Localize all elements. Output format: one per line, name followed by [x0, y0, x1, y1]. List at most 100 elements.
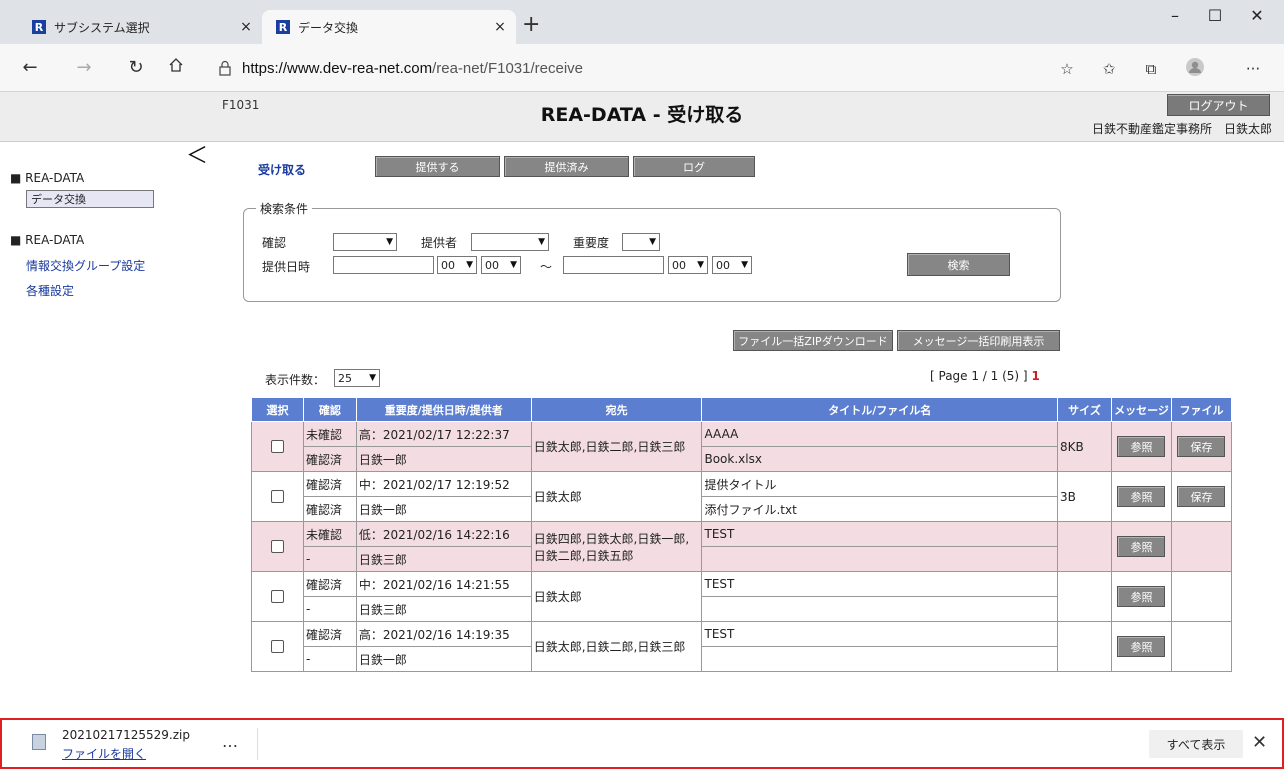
download-bar: 20210217125529.zip ファイルを開く … すべて表示 ✕ [0, 718, 1284, 769]
row-checkbox[interactable] [270, 490, 284, 503]
chevron-down-icon: ▼ [697, 260, 704, 270]
sidebar-collapse-icon[interactable]: ＜ [186, 138, 208, 170]
save-file-button[interactable]: 保存 [1177, 486, 1226, 507]
zip-download-button[interactable]: ファイル一括ZIPダウンロード [733, 330, 893, 351]
app-favicon-icon: R [276, 20, 290, 34]
view-message-button[interactable]: 参照 [1117, 436, 1166, 457]
confirm-select[interactable]: ▼ [333, 233, 397, 251]
col-confirm: 確認 [302, 397, 357, 422]
open-file-link[interactable]: ファイルを開く [62, 745, 146, 762]
hour-from-select[interactable]: 00 ▼ [437, 256, 477, 274]
tab-provided[interactable]: 提供済み [504, 156, 629, 177]
chevron-down-icon: ▼ [466, 260, 473, 270]
col-select: 選択 [251, 397, 304, 422]
minimize-button[interactable]: – [1160, 6, 1190, 25]
view-message-button[interactable]: 参照 [1117, 536, 1166, 557]
destination: 日鉄太郎 [530, 571, 703, 622]
window-close-button[interactable]: ✕ [1242, 6, 1272, 25]
provider: 日鉄三郎 [355, 546, 532, 572]
table-header-row: 選択 確認 重要度/提供日時/提供者 宛先 タイトル/ファイル名 サイズ メッセ… [251, 397, 1233, 422]
forward-icon[interactable]: → [72, 56, 96, 80]
search-conditions: 検索条件 [243, 200, 1061, 302]
search-button[interactable]: 検索 [907, 253, 1010, 276]
favorite-add-icon[interactable]: ☆ [1056, 58, 1078, 80]
close-download-bar-icon[interactable]: ✕ [1252, 732, 1267, 753]
view-message-button[interactable]: 参照 [1117, 636, 1166, 657]
url-field[interactable]: https://www.dev-rea-net.com/rea-net/F103… [218, 54, 1038, 82]
sidebar-item-settings[interactable]: 各種設定 [26, 282, 74, 299]
row-checkbox[interactable] [270, 640, 284, 653]
favorites-icon[interactable]: ✩ [1098, 58, 1120, 80]
lock-icon [219, 60, 231, 76]
show-all-downloads-button[interactable]: すべて表示 [1149, 730, 1243, 758]
date-to-input[interactable] [563, 256, 664, 274]
profile-icon[interactable] [1184, 58, 1206, 80]
message-cell: 参照 [1110, 571, 1172, 622]
tab-provide[interactable]: 提供する [375, 156, 500, 177]
address-bar: ← → ↻ https://www.dev-rea-net.com/rea-ne… [0, 44, 1284, 92]
file-name [701, 646, 1059, 672]
browser-tab-bar: R サブシステム選択 × R データ交換 × + – ☐ ✕ [0, 0, 1284, 44]
hour-from-value: 00 [441, 258, 455, 272]
logout-button[interactable]: ログアウト [1167, 94, 1270, 116]
message-cell: 参照 [1110, 521, 1172, 572]
row-checkbox[interactable] [270, 540, 284, 553]
tab-log[interactable]: ログ [633, 156, 755, 177]
search-legend: 検索条件 [260, 202, 309, 216]
sidebar-item-group-settings[interactable]: 情報交換グループ設定 [26, 257, 145, 274]
refresh-icon[interactable]: ↻ [124, 56, 148, 80]
provider-label: 提供者 [421, 236, 458, 250]
destination: 日鉄太郎 [530, 471, 703, 522]
download-filename: 20210217125529.zip [62, 728, 190, 742]
save-file-button[interactable]: 保存 [1177, 436, 1226, 457]
new-tab-button[interactable]: + [522, 14, 540, 36]
date-label: 提供日時 [262, 260, 311, 274]
destination: 日鉄四郎,日鉄太郎,日鉄一郎,日鉄二郎,日鉄五郎 [530, 521, 703, 572]
download-more-icon[interactable]: … [222, 732, 238, 751]
col-title-filename: タイトル/ファイル名 [701, 397, 1059, 422]
tab-receive[interactable]: 受け取る [258, 161, 306, 178]
page-size-value: 25 [338, 371, 352, 385]
page-size-label: 表示件数： [265, 373, 326, 387]
browser-tab-subsystem[interactable]: R サブシステム選択 × [8, 10, 262, 44]
back-icon[interactable]: ← [18, 56, 42, 80]
col-file: ファイル [1170, 397, 1233, 422]
browser-tab-data-exchange[interactable]: R データ交換 × [262, 10, 516, 44]
current-page-link[interactable]: 1 [1031, 369, 1039, 383]
minute-to-select[interactable]: 00 ▼ [712, 256, 752, 274]
date-from-input[interactable] [333, 256, 434, 274]
page-info-text: [ Page 1 / 1 (5) ] [930, 369, 1028, 383]
tab-close-icon[interactable]: × [490, 19, 510, 35]
minute-from-select[interactable]: 00 ▼ [481, 256, 521, 274]
row-checkbox[interactable] [270, 590, 284, 603]
destination: 日鉄太郎,日鉄二郎,日鉄三郎 [530, 621, 703, 672]
print-messages-button[interactable]: メッセージ一括印刷用表示 [897, 330, 1060, 351]
chevron-down-icon: ▼ [741, 260, 748, 270]
table-row: 確認済 中：2021/02/16 14:21:55 日鉄太郎 TEST 参照 [251, 571, 1233, 622]
view-message-button[interactable]: 参照 [1117, 486, 1166, 507]
col-destination: 宛先 [530, 397, 703, 422]
tab-close-icon[interactable]: × [236, 19, 256, 35]
collections-icon[interactable]: ⧉ [1140, 58, 1162, 80]
confirm-status-2: - [302, 596, 357, 622]
provider: 日鉄一郎 [355, 446, 532, 472]
maximize-button[interactable]: ☐ [1200, 6, 1230, 25]
provider: 日鉄一郎 [355, 646, 532, 672]
row-checkbox[interactable] [270, 440, 284, 453]
confirm-status: 確認済 [302, 621, 357, 647]
select-cell [251, 571, 304, 622]
more-icon[interactable]: ··· [1242, 58, 1264, 80]
priority-select[interactable]: ▼ [622, 233, 660, 251]
confirm-status-2: - [302, 546, 357, 572]
chevron-down-icon: ▼ [386, 237, 393, 247]
view-message-button[interactable]: 参照 [1117, 586, 1166, 607]
sidebar-item-data-exchange[interactable]: データ交換 [26, 190, 154, 208]
sidebar-section-title: ■ REA-DATA [10, 233, 85, 247]
confirm-status-2: 確認済 [302, 496, 357, 522]
page-size-select[interactable]: 25 ▼ [334, 369, 380, 387]
hour-to-select[interactable]: 00 ▼ [668, 256, 708, 274]
home-icon[interactable] [164, 56, 188, 80]
provider-select[interactable]: ▼ [471, 233, 549, 251]
select-cell [251, 621, 304, 672]
message-title: 提供タイトル [701, 471, 1059, 497]
